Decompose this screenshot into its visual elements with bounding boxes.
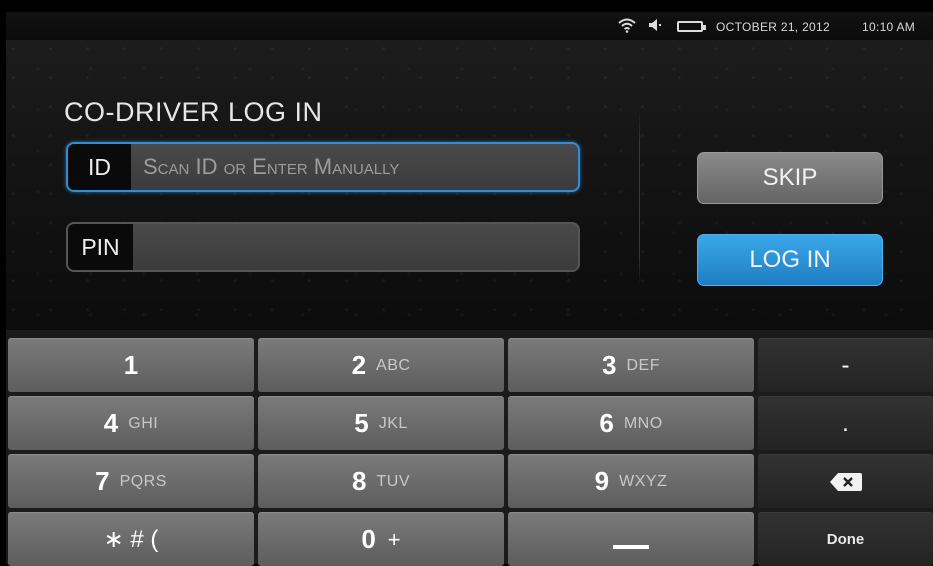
done-label: Done: [826, 531, 865, 548]
battery-icon: [677, 21, 706, 32]
key-letters: JKL: [378, 414, 408, 432]
key-3[interactable]: 3 DEF: [508, 338, 754, 392]
key-dash-label: -: [841, 351, 850, 379]
key-dot-label: .: [842, 409, 849, 437]
key-plus: +: [387, 526, 401, 552]
backspace-button[interactable]: [758, 454, 933, 508]
key-8[interactable]: 8 TUV: [258, 454, 504, 508]
login-button[interactable]: LOG IN: [697, 234, 883, 286]
key-letters: ABC: [376, 356, 411, 374]
numeric-keypad: 1 2 ABC 3 DEF - 4 GHI 5 JKL 6 MNO . 7 PQ…: [6, 330, 933, 566]
wifi-icon: [618, 18, 636, 33]
key-2[interactable]: 2 ABC: [258, 338, 504, 392]
skip-button[interactable]: SKIP: [697, 152, 883, 204]
pin-input[interactable]: [133, 224, 578, 270]
speaker-icon: [649, 19, 661, 31]
status-bar: OCTOBER 21, 2012 10:10 AM: [6, 12, 933, 40]
key-letters: MNO: [623, 414, 663, 432]
status-time: 10:10 AM: [862, 20, 916, 34]
key-digit: 3: [602, 350, 617, 380]
key-letters: DEF: [626, 356, 660, 374]
key-digit: 7: [95, 466, 110, 496]
done-button[interactable]: Done: [758, 512, 933, 566]
screen: OCTOBER 21, 2012 10:10 AM CO-DRIVER LOG …: [6, 12, 933, 566]
status-date: OCTOBER 21, 2012: [716, 20, 830, 34]
key-digit: 6: [599, 408, 614, 438]
key-digit: 2: [351, 350, 367, 380]
key-4[interactable]: 4 GHI: [8, 396, 254, 450]
backspace-icon: [829, 472, 862, 491]
key-space[interactable]: [508, 512, 754, 566]
key-digit: 1: [123, 350, 139, 380]
key-letters: TUV: [376, 472, 410, 490]
key-9[interactable]: 9 WXYZ: [508, 454, 754, 508]
pin-field[interactable]: PIN: [66, 222, 580, 272]
login-panel: CO-DRIVER LOG IN ID PIN SKIP LOG IN: [6, 40, 933, 330]
key-dash[interactable]: -: [758, 338, 933, 392]
id-label: ID: [68, 144, 131, 190]
pin-label: PIN: [68, 224, 133, 270]
key-digit: 5: [354, 408, 369, 438]
key-digit: 0: [361, 524, 376, 554]
key-dot[interactable]: .: [758, 396, 933, 450]
key-1[interactable]: 1: [8, 338, 254, 392]
key-5[interactable]: 5 JKL: [258, 396, 504, 450]
key-letters: WXYZ: [619, 472, 668, 490]
key-symbols[interactable]: ∗ # (: [8, 512, 254, 566]
key-0[interactable]: 0 +: [258, 512, 504, 566]
id-field[interactable]: ID: [66, 142, 580, 192]
key-digit: 4: [103, 408, 119, 438]
key-letters: GHI: [128, 414, 159, 432]
key-7[interactable]: 7 PQRS: [8, 454, 254, 508]
key-letters: PQRS: [119, 472, 167, 490]
key-digit: 9: [594, 466, 610, 496]
key-6[interactable]: 6 MNO: [508, 396, 754, 450]
page-title: CO-DRIVER LOG IN: [64, 97, 323, 127]
vertical-divider: [639, 110, 640, 286]
key-digit: 8: [352, 466, 367, 496]
key-symbols-label: ∗ # (: [103, 526, 159, 553]
id-input[interactable]: [131, 144, 578, 190]
space-icon: [613, 544, 649, 549]
